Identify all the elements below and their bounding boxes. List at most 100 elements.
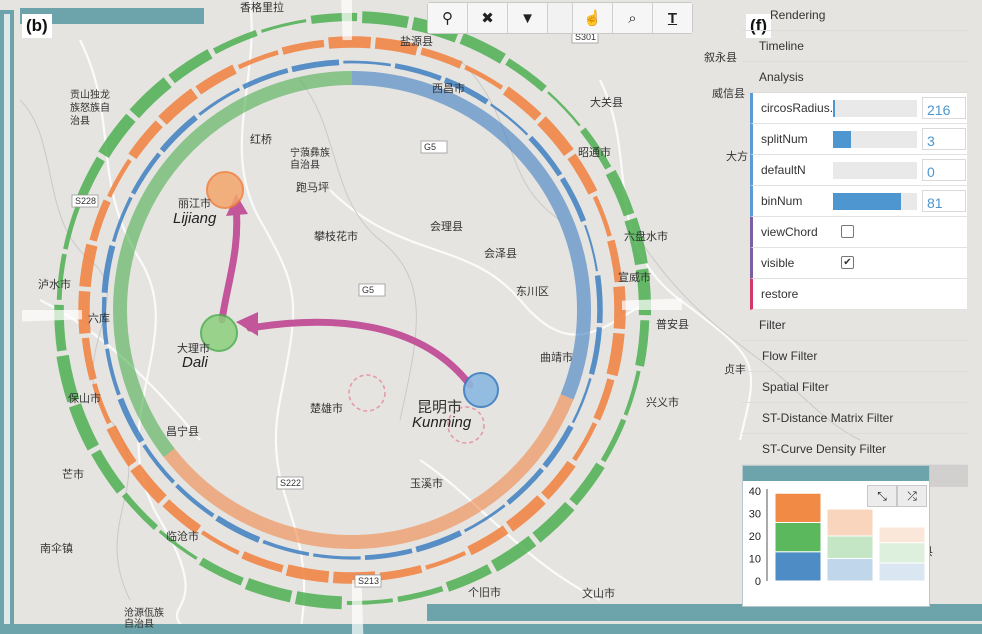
orange-ring-bin <box>285 564 330 583</box>
place-label: 保山市 <box>68 391 101 405</box>
slider-label: circosRadius... <box>761 101 840 115</box>
slider-label: splitNum <box>761 132 808 146</box>
filter-st-curve-density[interactable]: ST-Curve Density Filter <box>742 434 967 465</box>
slider-row-split-num: splitNum 3 <box>750 124 967 155</box>
place-label: 泸水市 <box>38 277 71 291</box>
bin-num-slider[interactable] <box>833 193 917 210</box>
place-label: 香格里拉 <box>240 0 284 14</box>
section-rendering[interactable]: Rendering <box>742 0 967 31</box>
road-label: S228 <box>75 196 96 206</box>
place-label: 大理市 <box>177 341 210 355</box>
place-label: 红桥 <box>250 133 272 146</box>
circos-radius-slider[interactable] <box>833 100 917 117</box>
label-dali-en: Dali <box>182 354 209 371</box>
default-n-slider[interactable] <box>833 162 917 179</box>
slider-row-default-n: defaultN 0 <box>750 155 967 186</box>
place-label: 会泽县 <box>484 247 517 260</box>
place-label: 文山市 <box>582 586 615 600</box>
y-tick-label: 10 <box>749 554 761 566</box>
slider-fill <box>833 193 902 210</box>
bar-segment[interactable] <box>826 508 874 537</box>
bar-segment[interactable] <box>878 562 926 582</box>
panel-letter-b: (b) <box>22 14 52 38</box>
slider-row-circos-radius: circosRadius... 216 <box>750 93 967 124</box>
bar-segment[interactable] <box>826 558 874 582</box>
hand-icon[interactable]: ☝ <box>572 3 613 33</box>
place-label: 昌宁县 <box>166 424 199 438</box>
place-label: 昭通市 <box>578 145 611 159</box>
bar-segment[interactable] <box>774 522 822 553</box>
slider-label: defaultN <box>761 163 806 177</box>
place-label: 芒市 <box>62 467 84 481</box>
filter-icon[interactable]: ▼ <box>508 3 548 33</box>
checkbox-label: visible <box>761 256 795 270</box>
slider-label: binNum <box>761 194 803 208</box>
node-kunming <box>463 372 499 408</box>
road-label: S222 <box>280 478 301 488</box>
label-kunming-en: Kunming <box>412 414 472 431</box>
place-label: 普安县 <box>656 317 689 331</box>
label-lijiang-en: Lijiang <box>173 210 217 227</box>
orange-ring-bin <box>328 36 372 49</box>
road-label: G5 <box>362 285 374 295</box>
bar-segment[interactable] <box>826 535 874 559</box>
place-label: 威信县 <box>712 87 745 100</box>
section-analysis[interactable]: Analysis <box>742 62 967 93</box>
node-lijiang <box>206 171 244 209</box>
orange-ring-bin <box>606 332 625 377</box>
bar-segment[interactable] <box>878 526 926 544</box>
map-toolbar: ⚲ ✖ ▼ ☝ ⌕ T <box>427 2 693 34</box>
place-label: 叙永县 <box>704 50 737 64</box>
control-panel: Rendering Timeline Analysis circosRadius… <box>742 0 967 490</box>
shuffle-icon[interactable]: ⤮ <box>897 485 927 507</box>
bar-segment[interactable] <box>774 492 822 523</box>
stacked-bar-legend: 0 10 20 30 40 ⤡ ⤮ <box>742 465 930 607</box>
place-label: 兴义市 <box>646 395 679 409</box>
search-icon[interactable]: ⌕ <box>613 3 653 33</box>
road-label: G5 <box>424 142 436 152</box>
text-icon[interactable]: T <box>653 3 692 33</box>
legend-header-bar[interactable] <box>743 466 929 481</box>
place-label: 楚雄市 <box>310 401 343 415</box>
slider-row-bin-num: binNum 81 <box>750 186 967 217</box>
green-ring-bin <box>361 11 410 29</box>
blue-ring-bin <box>594 275 603 324</box>
orange-ring-bin <box>79 243 98 288</box>
place-label: 东川区 <box>516 285 549 298</box>
restore-label: restore <box>761 287 799 301</box>
place-label: 盐源县 <box>400 34 433 48</box>
slider-fill <box>833 100 835 117</box>
section-timeline[interactable]: Timeline <box>742 31 967 62</box>
section-filter[interactable]: Filter <box>742 310 967 341</box>
filter-flow[interactable]: Flow Filter <box>742 341 967 372</box>
split-num-input[interactable]: 3 <box>922 128 966 150</box>
row-visible: visible ✔ <box>750 248 967 279</box>
green-ring-bin <box>635 320 650 367</box>
place-label: 曲靖市 <box>540 350 573 364</box>
y-tick-label: 40 <box>749 486 761 498</box>
circos-radius-input[interactable]: 216 <box>922 97 966 119</box>
place-label: 宣威市 <box>618 270 651 284</box>
slider-fill <box>833 131 852 148</box>
y-tick-label: 20 <box>749 531 761 543</box>
orange-ring-bin <box>78 290 91 334</box>
restore-button[interactable]: restore <box>750 279 967 310</box>
row-view-chord: viewChord <box>750 217 967 248</box>
bar-segment[interactable] <box>878 542 926 564</box>
default-n-input[interactable]: 0 <box>922 159 966 181</box>
pin-icon[interactable]: ⚲ <box>428 3 468 33</box>
place-label: 临沧市 <box>166 529 199 543</box>
bin-num-input[interactable]: 81 <box>922 190 966 212</box>
view-chord-checkbox[interactable] <box>841 225 854 238</box>
filter-spatial[interactable]: Spatial Filter <box>742 372 967 403</box>
visible-checkbox[interactable]: ✔ <box>841 256 854 269</box>
bar-segment[interactable] <box>774 551 822 582</box>
close-icon[interactable]: ✖ <box>468 3 508 33</box>
collapse-icon[interactable]: ⤡ <box>867 485 897 507</box>
place-label: 六盘水市 <box>624 229 668 243</box>
place-label: 攀枝花市 <box>314 229 358 243</box>
place-label: 丽江市 <box>178 196 211 210</box>
place-label: 六库 <box>88 312 110 325</box>
filter-st-distance-matrix[interactable]: ST-Distance Matrix Filter <box>742 403 967 434</box>
split-num-slider[interactable] <box>833 131 917 148</box>
